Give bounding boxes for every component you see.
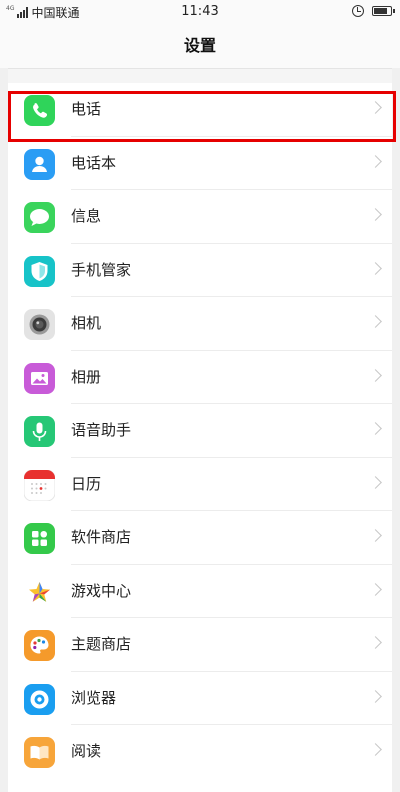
chevron-right-icon — [369, 689, 382, 703]
book-icon — [24, 737, 55, 768]
settings-item-microphone[interactable]: 语音助手 — [8, 404, 392, 458]
list-top-gap — [8, 69, 392, 83]
settings-item-book[interactable]: 阅读 — [8, 725, 392, 779]
star-icon — [24, 576, 55, 608]
settings-item-label: 信息 — [71, 207, 102, 225]
chevron-right-icon — [369, 475, 382, 489]
chevron-right-icon — [369, 154, 382, 168]
settings-item-label: 相机 — [71, 314, 102, 332]
settings-item-label: 语音助手 — [71, 421, 132, 439]
settings-item-shield[interactable]: 手机管家 — [8, 244, 392, 297]
message-icon — [24, 202, 55, 233]
shield-icon — [24, 255, 55, 287]
settings-item-label: 电话本 — [71, 153, 117, 172]
phone-icon — [24, 95, 55, 126]
settings-item-label: 主题商店 — [71, 635, 132, 653]
settings-item-star[interactable]: 游戏中心 — [8, 565, 392, 618]
alarm-icon — [352, 5, 364, 17]
settings-item-calendar[interactable]: 日历 — [8, 458, 392, 511]
chevron-right-icon — [369, 529, 382, 542]
calendar-icon — [24, 469, 55, 501]
settings-item-label: 游戏中心 — [71, 581, 132, 600]
page-header: 设置 — [0, 24, 400, 68]
chevron-right-icon — [369, 315, 382, 328]
chevron-right-icon — [369, 582, 382, 596]
browser-icon — [24, 683, 55, 715]
settings-list: 电话电话本信息手机管家相机相册语音助手日历软件商店游戏中心主题商店浏览器阅读 — [8, 68, 392, 792]
status-right — [352, 5, 395, 17]
settings-item-message[interactable]: 信息 — [8, 190, 392, 244]
settings-item-label: 浏览器 — [71, 688, 117, 707]
settings-item-label: 软件商店 — [71, 528, 132, 546]
app-store-icon — [24, 523, 55, 554]
contacts-icon — [24, 148, 55, 180]
chevron-right-icon — [369, 636, 382, 649]
status-time: 11:43 — [181, 4, 219, 19]
gallery-icon — [24, 362, 55, 394]
settings-item-label: 手机管家 — [71, 260, 132, 279]
chevron-right-icon — [369, 101, 382, 114]
page-title: 设置 — [183, 36, 216, 55]
settings-item-gallery[interactable]: 相册 — [8, 351, 392, 404]
status-bar: 4G 中国联通 11:43 — [0, 0, 400, 24]
settings-item-contacts[interactable]: 电话本 — [8, 137, 392, 190]
settings-item-browser[interactable]: 浏览器 — [8, 672, 392, 725]
settings-item-phone[interactable]: 电话 — [8, 83, 392, 137]
settings-item-label: 相册 — [71, 367, 102, 386]
settings-item-label: 电话 — [71, 100, 102, 118]
settings-item-camera[interactable]: 相机 — [8, 297, 392, 351]
chevron-right-icon — [369, 368, 382, 382]
microphone-icon — [24, 416, 55, 447]
chevron-right-icon — [369, 261, 382, 275]
settings-item-label: 日历 — [71, 474, 102, 493]
chevron-right-icon — [369, 743, 382, 756]
chevron-right-icon — [369, 422, 382, 435]
chevron-right-icon — [369, 208, 382, 221]
palette-icon — [24, 630, 55, 661]
battery-icon — [372, 6, 395, 16]
settings-item-palette[interactable]: 主题商店 — [8, 618, 392, 672]
settings-item-label: 阅读 — [71, 742, 102, 760]
settings-item-app-store[interactable]: 软件商店 — [8, 511, 392, 565]
camera-icon — [24, 309, 55, 340]
